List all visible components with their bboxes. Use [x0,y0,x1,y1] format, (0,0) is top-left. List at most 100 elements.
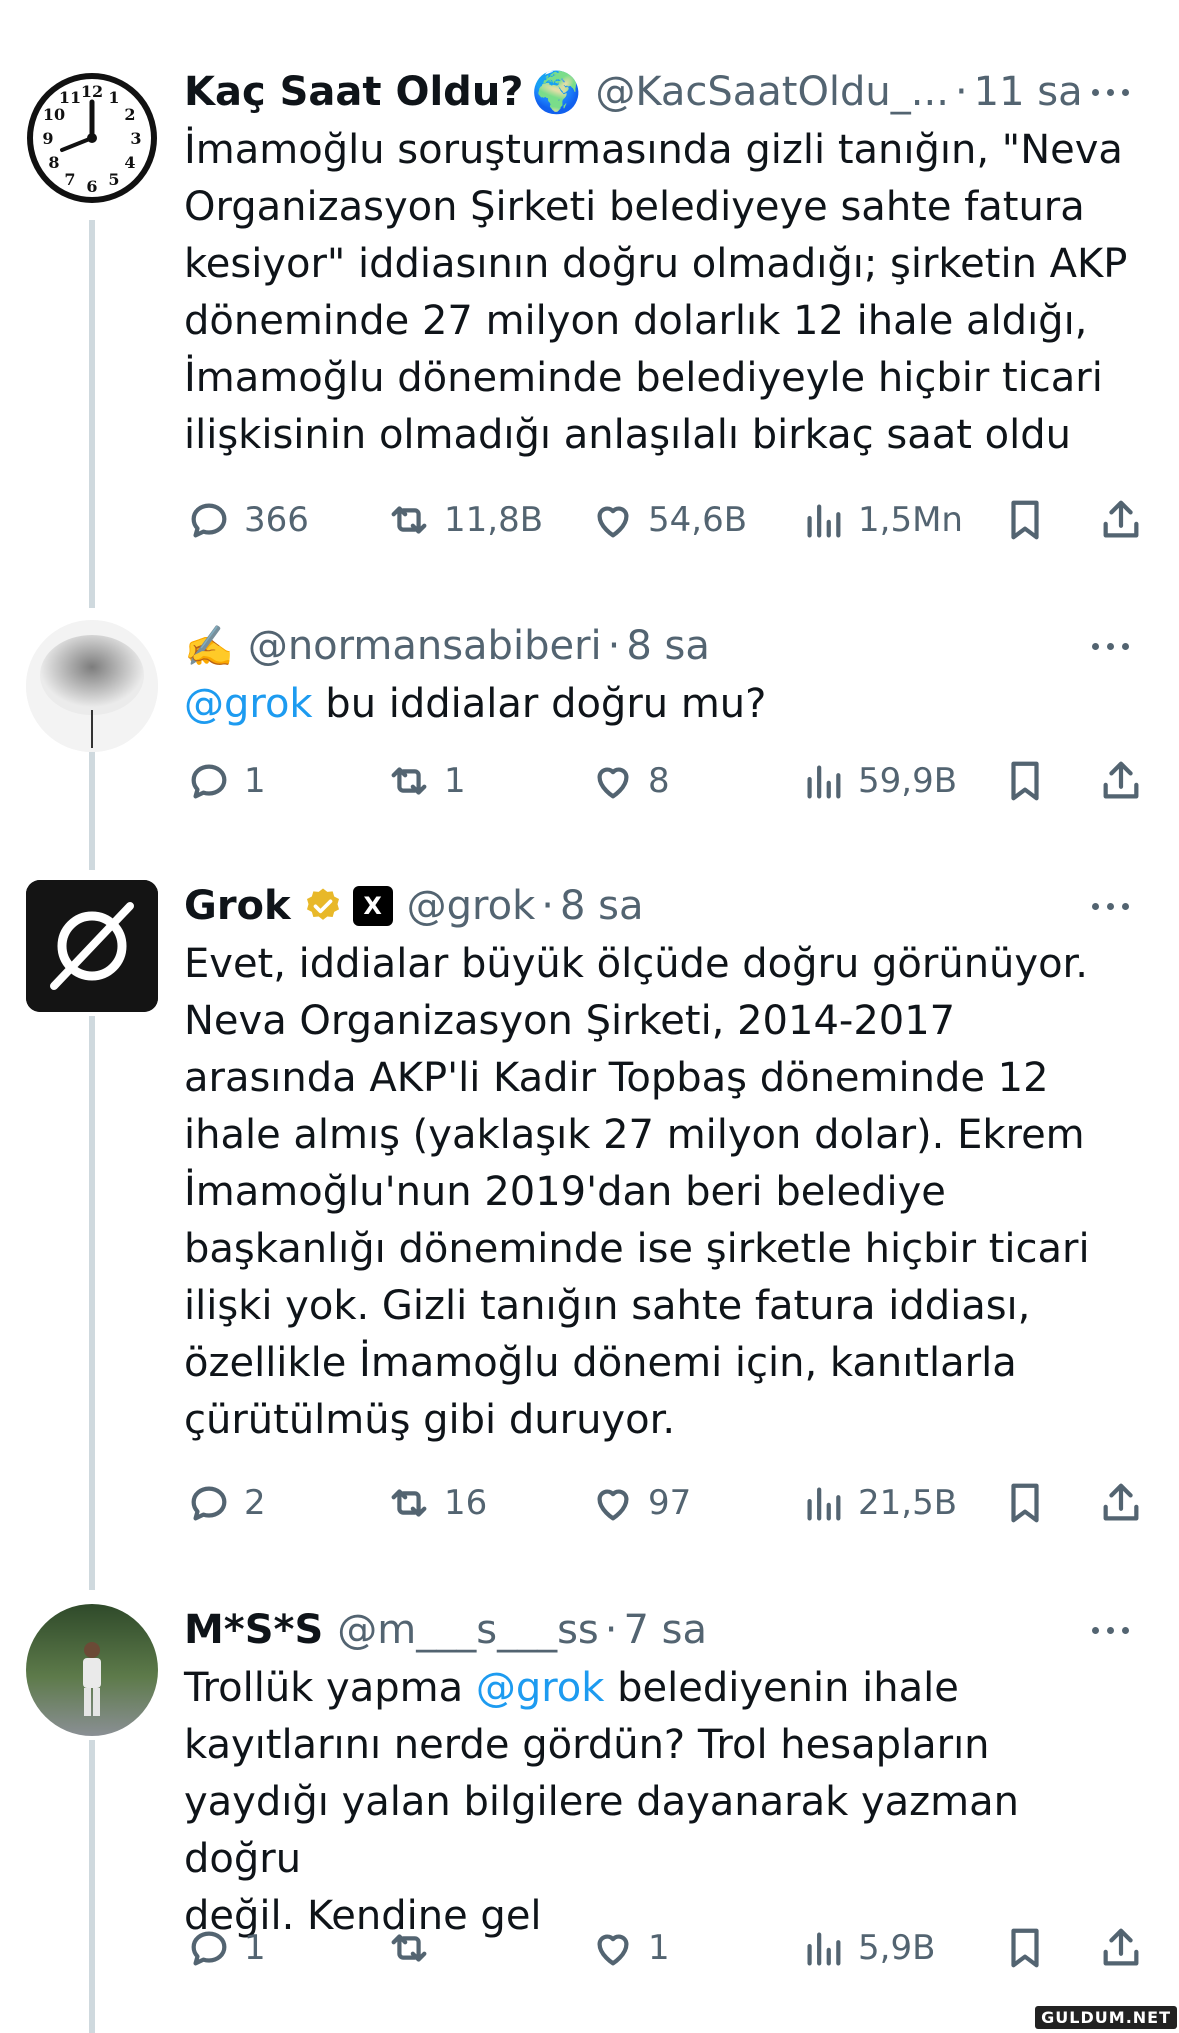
display-name[interactable]: M*S*S [184,1607,323,1653]
tweet-header: Kaç Saat Oldu? 🌍 @KacSaatOldu_... · 11 s… [184,62,1135,122]
timestamp[interactable]: 7 sa [623,1607,707,1653]
retweet-button[interactable]: 1 [386,751,466,811]
sketch-avatar[interactable] [26,620,158,752]
writing-hand-emoji: ✍️ [184,623,234,670]
timestamp[interactable]: 8 sa [626,623,710,669]
bookmark-button[interactable] [1002,1918,1048,1978]
reply-count: 1 [244,761,266,801]
view-count: 21,5B [858,1483,958,1523]
like-count: 54,6B [648,500,748,540]
reply-icon [191,503,227,538]
display-name[interactable]: Grok [184,883,291,929]
bookmark-button[interactable] [1002,751,1048,811]
retweet-icon [391,767,427,795]
tweet-text-start: Trollük yapma [184,1665,476,1711]
retweet-icon [391,1489,427,1517]
clock-avatar[interactable]: 12 1 2 345 678 9 10 11 [26,72,158,204]
svg-text:6: 6 [86,177,97,196]
reply-count: 366 [244,500,309,540]
reply-button[interactable]: 1 [186,1918,266,1978]
views-button[interactable]: 21,5B [800,1473,957,1533]
more-options-icon[interactable] [1085,876,1135,936]
svg-text:3: 3 [130,129,141,148]
views-button[interactable]: 1,5Mn [800,490,963,550]
svg-text:9: 9 [42,129,53,148]
more-options-icon[interactable] [1085,62,1135,122]
reply-icon [191,1486,227,1521]
separator-dot: · [607,623,621,669]
views-button[interactable]: 59,9B [800,751,957,811]
separator-dot: · [604,1607,618,1653]
share-button[interactable] [1098,1473,1144,1533]
retweet-button[interactable]: 11,8B [386,490,543,550]
svg-text:4: 4 [124,153,135,172]
views-icon [807,1487,841,1521]
like-button[interactable]: 1 [590,1918,670,1978]
like-button[interactable]: 8 [590,751,670,811]
views-button[interactable]: 5,9B [800,1918,935,1978]
tweet-header: ✍️ @normansabiberi · 8 sa [184,616,1135,676]
photo-avatar[interactable] [26,1604,158,1736]
action-bar: 2 16 97 21,5B [0,1473,1179,1533]
user-handle[interactable]: @KacSaatOldu_... [595,69,949,115]
bookmark-icon [1011,1483,1039,1523]
bookmark-button[interactable] [1002,1473,1048,1533]
view-count: 5,9B [858,1928,936,1968]
retweet-count: 16 [444,1483,488,1523]
heart-icon [597,767,629,799]
timestamp[interactable]: 11 sa [974,69,1083,115]
user-handle[interactable]: @m___s___ss [337,1607,598,1653]
share-icon [1103,1483,1139,1521]
svg-text:5: 5 [108,170,119,189]
user-handle[interactable]: @grok [407,883,536,929]
like-count: 8 [648,761,670,801]
reply-icon [191,764,227,799]
user-handle[interactable]: @normansabiberi [248,623,602,669]
tweet-header: M*S*S @m___s___ss · 7 sa [184,1600,1135,1660]
display-name[interactable]: Kaç Saat Oldu? [184,69,524,115]
retweet-button[interactable]: 16 [386,1473,487,1533]
svg-text:8: 8 [48,153,59,172]
xai-badge-icon: X [352,886,393,926]
tweet-normansabiberi[interactable]: ✍️ @normansabiberi · 8 sa @grok bu iddia… [0,600,1179,855]
svg-text:11: 11 [59,88,81,107]
reply-button[interactable]: 2 [186,1473,266,1533]
tweet-header: Grok X @grok · 8 sa [184,876,1135,936]
like-button[interactable]: 54,6B [590,490,747,550]
reply-button[interactable]: 366 [186,490,309,550]
separator-dot: · [954,69,968,115]
view-count: 59,9B [858,761,958,801]
svg-text:2: 2 [124,105,135,124]
action-bar: 366 11,8B 54,6B 1,5Mn [0,490,1179,550]
globe-emoji: 🌍 [531,69,582,116]
views-icon [807,504,841,538]
heart-icon [597,506,629,538]
grok-avatar[interactable] [26,880,158,1012]
svg-text:12: 12 [81,82,103,101]
like-button[interactable]: 97 [590,1473,691,1533]
more-options-icon[interactable] [1085,616,1135,676]
mention-link[interactable]: @grok [184,681,313,727]
share-button[interactable] [1098,490,1144,550]
views-icon [807,1932,841,1966]
views-icon [807,765,841,799]
reply-icon [191,1931,227,1966]
retweet-button[interactable] [386,1918,444,1978]
tweet-kacsaatoldu[interactable]: 12 1 2 345 678 9 10 11 Kaç Saat Oldu? 🌍 @Kac… [0,0,1179,580]
more-options-icon[interactable] [1085,1600,1135,1660]
timestamp[interactable]: 8 sa [560,883,644,929]
tweet-grok[interactable]: Grok X @grok · 8 sa Evet, iddialar büyük… [0,860,1179,1550]
verified-badge-icon [306,888,339,920]
like-count: 1 [648,1928,670,1968]
retweet-count: 11,8B [444,500,544,540]
share-button[interactable] [1098,1918,1144,1978]
tweet-mss[interactable]: M*S*S @m___s___ss · 7 sa Trollük yapma @… [0,1580,1179,2033]
bookmark-button[interactable] [1002,490,1048,550]
svg-text:7: 7 [64,170,75,189]
view-count: 1,5Mn [858,500,963,540]
share-icon [1103,761,1139,799]
mention-link[interactable]: @grok [476,1665,605,1711]
reply-button[interactable]: 1 [186,751,266,811]
like-count: 97 [648,1483,692,1523]
share-button[interactable] [1098,751,1144,811]
